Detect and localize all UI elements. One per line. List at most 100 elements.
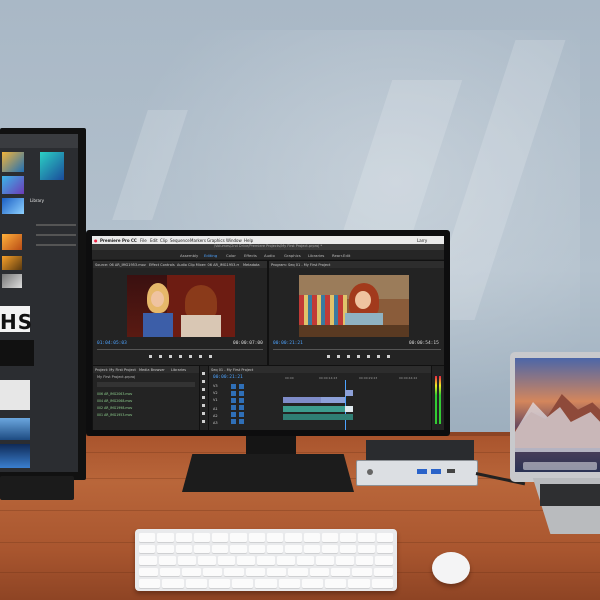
playhead[interactable]: [345, 380, 346, 430]
tab-media-browser[interactable]: Media Browser: [139, 368, 165, 372]
ripple-edit-tool-icon[interactable]: [202, 388, 205, 391]
keyboard-key: [255, 579, 277, 589]
timeline-panel: Seq 01 - My First Project 00:00:21:21 00…: [208, 365, 432, 430]
project-item[interactable]: 002 AR_IMG1998.mov: [97, 406, 132, 410]
keyboard-key: [193, 533, 211, 543]
tab-program[interactable]: Program: Seq 01 - My First Project: [271, 263, 330, 267]
keyboard-key: [158, 556, 177, 566]
keyboard-key: [278, 579, 300, 589]
dock-cables: [366, 440, 474, 462]
extract-button[interactable]: [387, 355, 390, 358]
workspace-libraries[interactable]: Libraries: [308, 253, 324, 258]
ruler-mark: 00:00:14:23: [319, 376, 338, 380]
tab-source[interactable]: Source: 06 AR_IMG1953.mov: [95, 263, 146, 267]
track-label: A1: [213, 407, 218, 411]
project-item[interactable]: 006 AR_IMG2063.mov: [97, 392, 132, 396]
workspace-graphics[interactable]: Graphics: [284, 253, 301, 258]
source-timecode: 01:04:05:03: [97, 341, 127, 346]
track-select-tool-icon[interactable]: [202, 380, 205, 383]
track-label: V1: [213, 398, 218, 402]
docking-station: [356, 460, 478, 486]
workspace-color[interactable]: Color: [226, 253, 236, 258]
tab-audio-clip-mixer[interactable]: Audio Clip Mixer: 06 AR_IMG1953.mov: [177, 263, 239, 267]
workspace-audio[interactable]: Audio: [264, 253, 275, 258]
video-clip[interactable]: [283, 397, 321, 403]
audio-clip[interactable]: [283, 406, 353, 412]
program-play-button[interactable]: [357, 355, 360, 358]
mark-in-button[interactable]: [149, 355, 152, 358]
hand-tool-icon[interactable]: [202, 420, 205, 423]
menu-sequence[interactable]: Sequence: [170, 238, 190, 243]
program-monitor-panel: Program: Seq 01 - My First Project 00:00…: [268, 260, 444, 366]
video-clip[interactable]: [321, 397, 345, 403]
tab-effect-controls[interactable]: Effect Controls: [149, 263, 175, 267]
project-item[interactable]: 001 AR_IMG1953.mov: [97, 413, 132, 417]
keyboard-key: [248, 533, 265, 543]
keyboard-key: [358, 533, 375, 543]
program-timecode: 00:00:21:21: [273, 341, 303, 346]
project-item[interactable]: 004 AR_IMG2068.mov: [97, 399, 132, 403]
keyboard-key: [303, 533, 320, 543]
laptop-keyboard: [540, 484, 600, 506]
keyboard-key: [237, 556, 256, 566]
keyboard-key: [301, 579, 324, 589]
lift-button[interactable]: [377, 355, 380, 358]
keyboard-key: [160, 567, 180, 577]
audio-meters: [431, 365, 444, 430]
workspace-assembly[interactable]: Assembly: [180, 253, 198, 258]
workspace-effects[interactable]: Effects: [244, 253, 257, 258]
tab-libraries[interactable]: Libraries: [171, 368, 186, 372]
user-name: Larry: [417, 237, 428, 243]
video-clip[interactable]: [345, 390, 353, 396]
project-file-name: My First Project.prproj: [97, 375, 136, 379]
audio-clip[interactable]: [283, 414, 353, 420]
workspace-editing[interactable]: Editing: [204, 253, 217, 258]
wireless-keyboard: [135, 529, 397, 591]
program-video-frame: [299, 275, 409, 337]
step-forward-button[interactable]: [189, 355, 192, 358]
source-monitor-panel: Source: 06 AR_IMG1953.mov Effect Control…: [92, 260, 268, 366]
program-step-back-button[interactable]: [347, 355, 350, 358]
program-mark-out-button[interactable]: [337, 355, 340, 358]
razor-tool-icon[interactable]: [202, 396, 205, 399]
overwrite-button[interactable]: [209, 355, 212, 358]
keyboard-key: [230, 544, 247, 554]
pen-tool-icon[interactable]: [202, 412, 205, 415]
keyboard-key: [178, 556, 197, 566]
insert-button[interactable]: [199, 355, 202, 358]
keyboard-key: [212, 533, 229, 543]
selection-tool-icon[interactable]: [202, 372, 205, 375]
keyboard-key: [335, 556, 354, 566]
menu-window[interactable]: Window: [226, 238, 242, 243]
tab-timeline[interactable]: Seq 01 - My First Project: [211, 368, 253, 372]
step-back-button[interactable]: [169, 355, 172, 358]
menu-markers[interactable]: Markers: [190, 238, 206, 243]
audio-clip[interactable]: [345, 406, 353, 412]
slip-tool-icon[interactable]: [202, 404, 205, 407]
menu-edit[interactable]: Edit: [150, 238, 158, 243]
menu-clip[interactable]: Clip: [160, 238, 168, 243]
keyboard-key: [376, 533, 393, 543]
keyboard-key: [355, 556, 374, 566]
play-button[interactable]: [179, 355, 182, 358]
project-search-input[interactable]: [97, 382, 195, 387]
keyboard-key: [208, 579, 231, 589]
menu-graphics[interactable]: Graphics: [207, 238, 225, 243]
timeline-timecode: 00:00:21:21: [213, 375, 243, 380]
program-mark-in-button[interactable]: [327, 355, 330, 358]
left-monitor-stand: [0, 476, 74, 500]
mark-out-button[interactable]: [159, 355, 162, 358]
keyboard-key: [245, 567, 265, 577]
keyboard-key: [217, 556, 236, 566]
keyboard-key: [175, 533, 192, 543]
premiere-window: ● Premiere Pro CC File Edit Clip Sequenc…: [92, 236, 444, 430]
program-step-forward-button[interactable]: [367, 355, 370, 358]
menu-file[interactable]: File: [140, 238, 147, 243]
workspace-rearr[interactable]: Rearr.Edit: [332, 253, 350, 258]
tab-project[interactable]: Project: My First Project: [95, 368, 136, 372]
tab-metadata[interactable]: Metadata: [243, 263, 260, 267]
keyboard-key: [331, 567, 351, 577]
keyboard-key: [325, 579, 347, 589]
menu-help[interactable]: Help: [244, 238, 253, 243]
source-video-frame: [127, 275, 235, 337]
